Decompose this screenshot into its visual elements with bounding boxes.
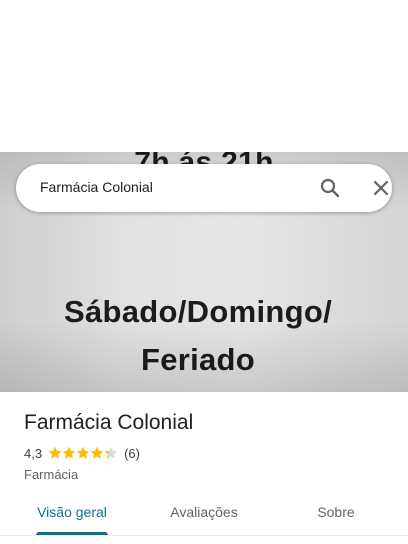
tab-reviews[interactable]: Avaliações [156, 504, 252, 520]
star-icon [48, 446, 62, 459]
rating-row[interactable]: 4,3 (6) [24, 445, 384, 461]
search-input[interactable]: Farmácia Colonial [40, 179, 153, 195]
search-bar[interactable]: Farmácia Colonial [16, 164, 392, 212]
tab-divider [0, 535, 408, 536]
star-icon [90, 446, 104, 459]
place-name: Farmácia Colonial [24, 411, 194, 434]
star-icon [62, 446, 76, 459]
review-count[interactable]: (6) [124, 446, 140, 461]
star-icon [76, 446, 90, 459]
star-rating [48, 446, 118, 460]
search-icon[interactable] [318, 176, 342, 200]
photo-sign-line1: Sábado/Domingo/ [64, 294, 332, 329]
close-icon[interactable] [369, 176, 393, 200]
place-tabs: Visão geral Avaliações Sobre [0, 496, 408, 536]
place-category: Farmácia [24, 467, 79, 482]
rating-value: 4,3 [24, 445, 43, 461]
photo-sign-line2: Feriado [140, 342, 256, 377]
star-icon [104, 446, 118, 459]
tab-overview[interactable]: Visão geral [24, 504, 120, 520]
place-info: Farmácia Colonial 4,3 (6) Farmácia [24, 410, 384, 482]
tab-about[interactable]: Sobre [296, 504, 376, 520]
